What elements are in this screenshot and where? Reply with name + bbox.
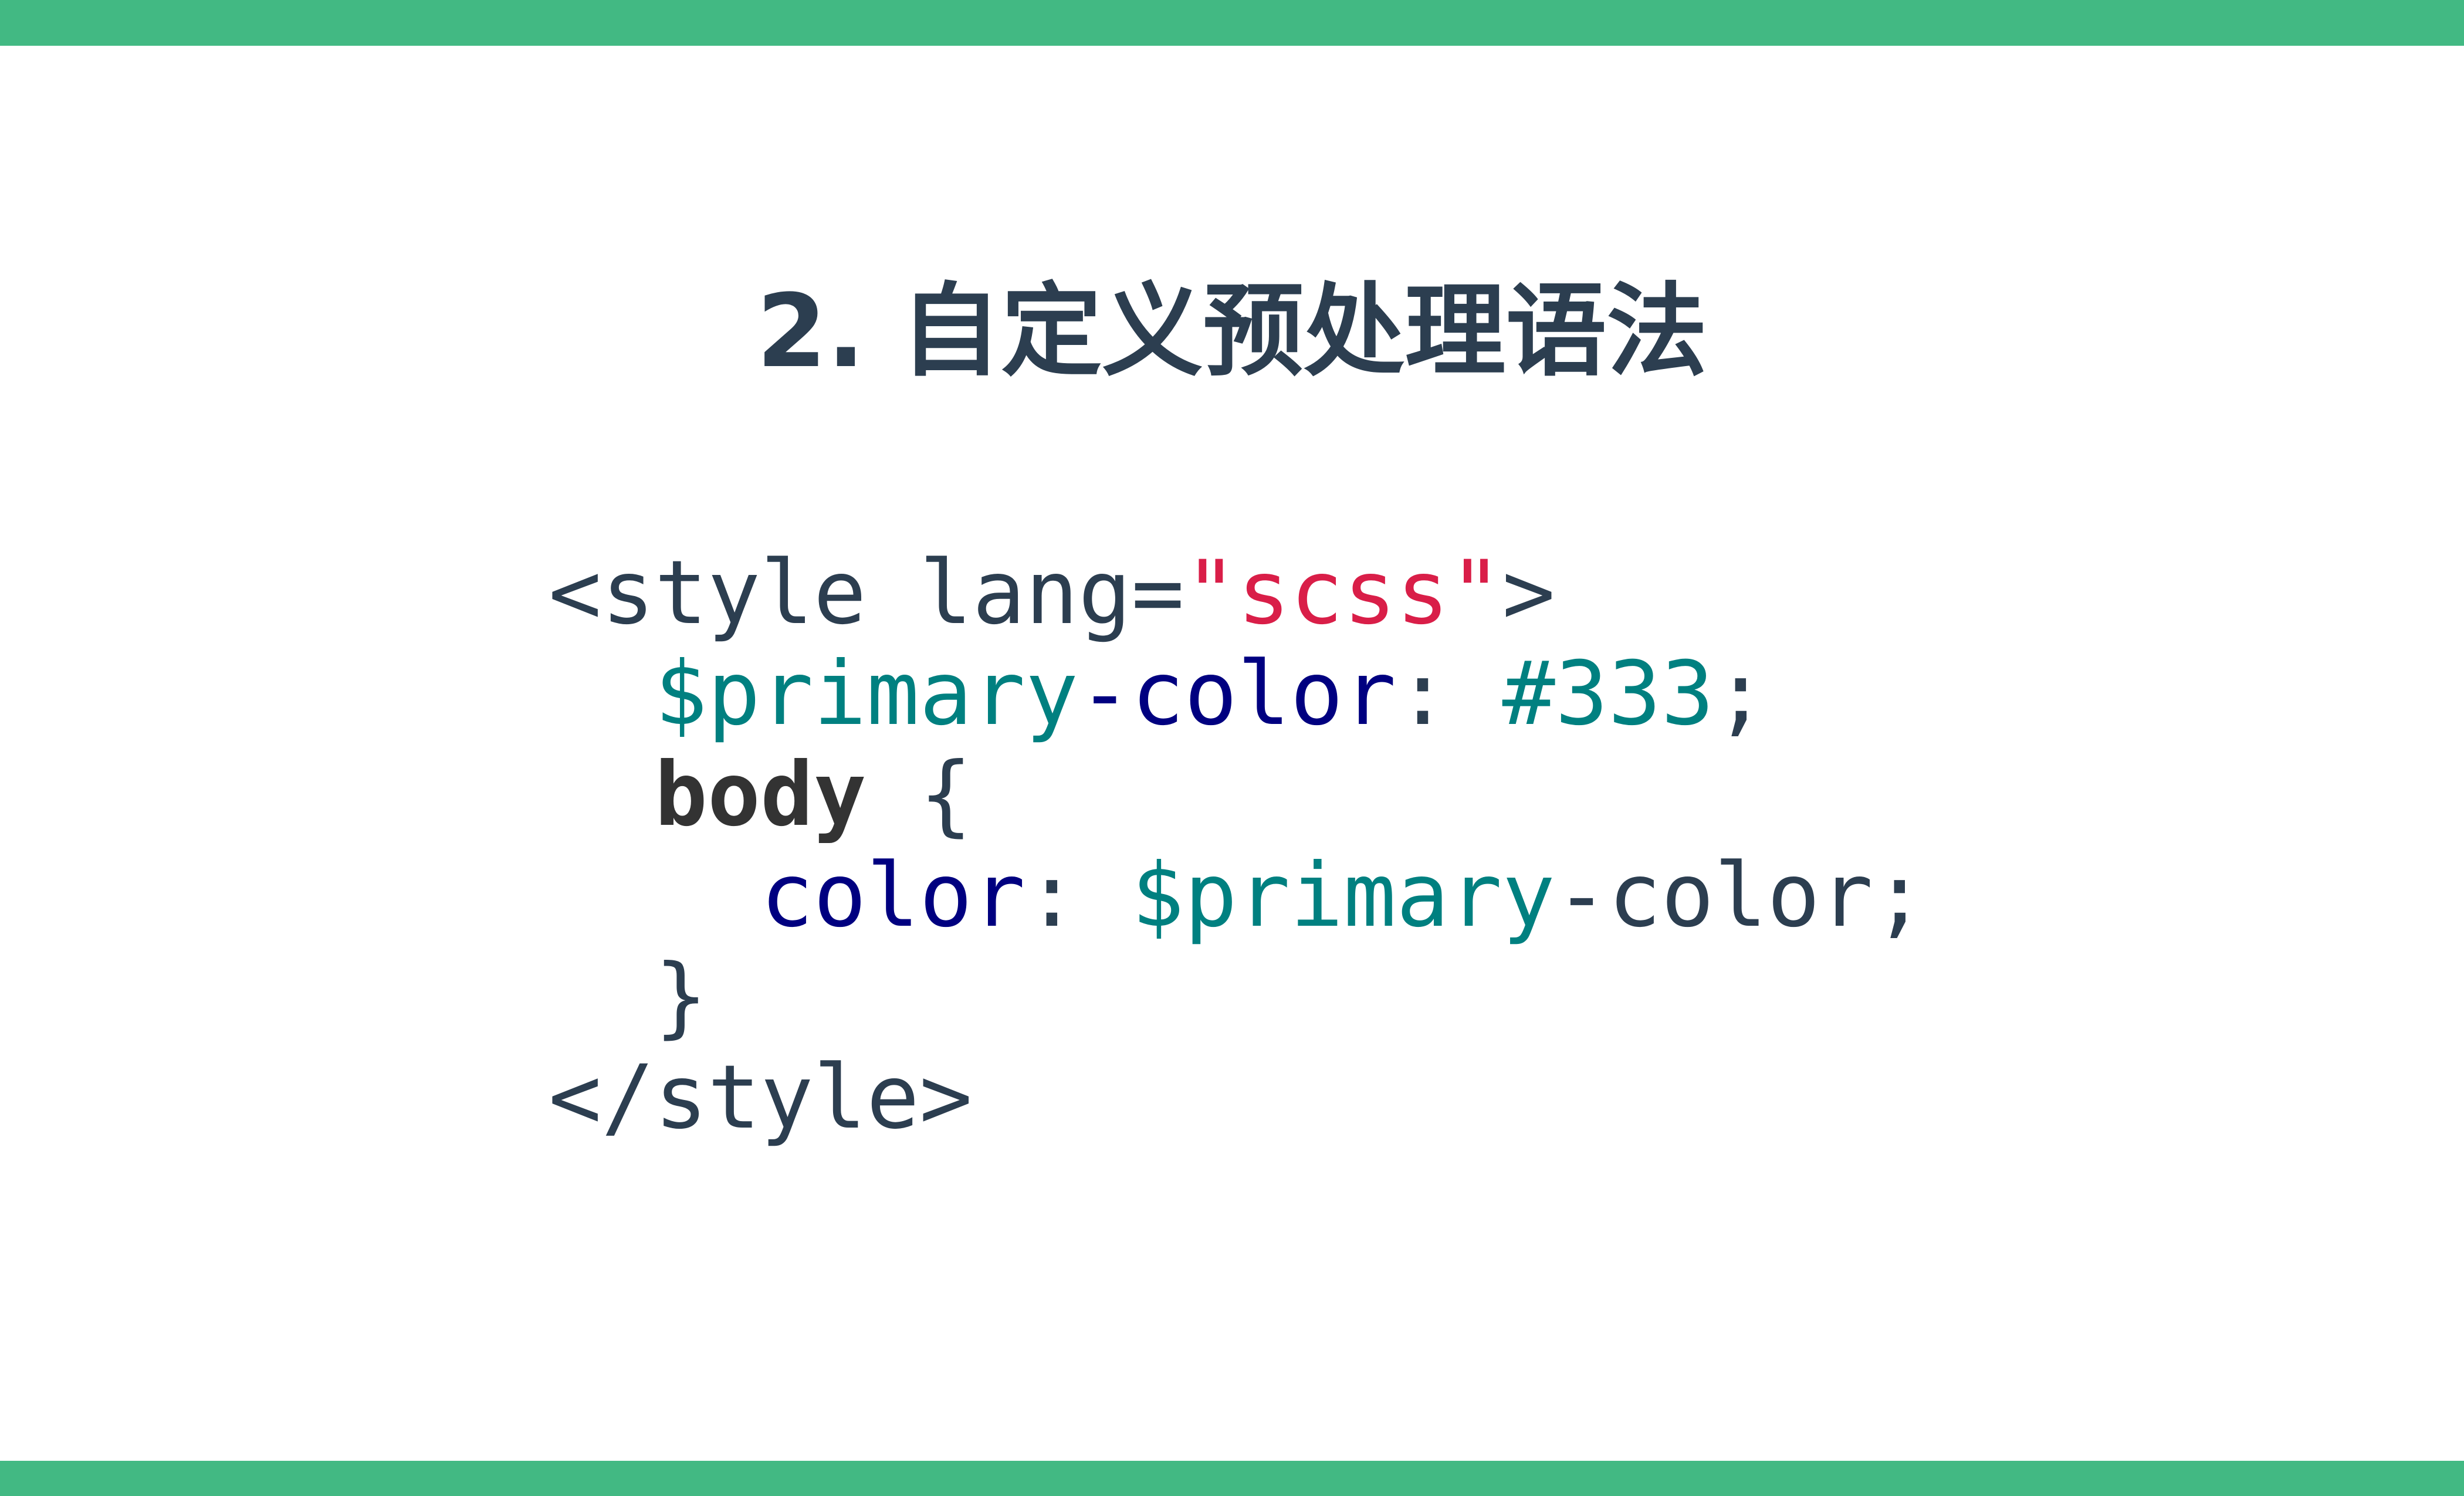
code-token-property: color [760, 845, 1025, 947]
code-line-6: </style> [549, 1047, 1926, 1148]
code-token: } [549, 946, 708, 1048]
code-line-5: } [549, 946, 1926, 1047]
code-token-variable: $primary [654, 643, 1079, 745]
code-token-property: -color [1078, 643, 1396, 745]
code-token: </style> [549, 1047, 973, 1149]
code-token: > [1502, 542, 1555, 644]
code-token-selector: body [654, 744, 867, 846]
bottom-accent-bar [0, 1461, 2464, 1496]
top-accent-bar [0, 0, 2464, 46]
code-line-2: $primary-color: #333; [549, 644, 1926, 744]
code-token-variable: $primary [1131, 845, 1555, 947]
code-token: ; [1714, 643, 1768, 745]
code-token: <style lang= [549, 542, 1184, 644]
code-token: { [866, 744, 973, 846]
code-block: <style lang="scss"> $primary-color: #333… [549, 543, 1926, 1148]
slide-title: 2. 自定义预处理语法 [756, 272, 1708, 390]
code-token: : [1396, 643, 1450, 745]
code-token-value: #333 [1502, 643, 1714, 745]
code-line-3: body { [549, 744, 1926, 845]
code-line-1: <style lang="scss"> [549, 543, 1926, 644]
code-token: -color; [1555, 845, 1927, 947]
code-token: : [1025, 845, 1079, 947]
code-line-4: color: $primary-color; [549, 845, 1926, 946]
code-token-string: "scss" [1184, 542, 1502, 644]
